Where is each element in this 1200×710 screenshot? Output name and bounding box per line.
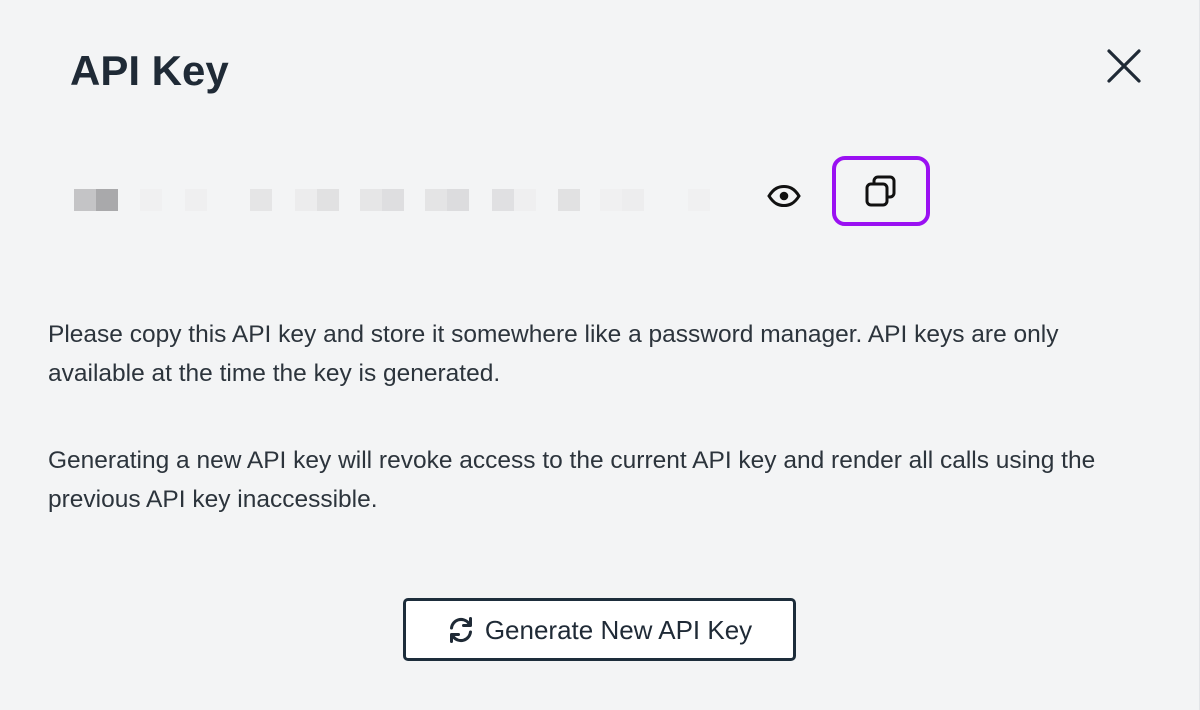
modal-title: API Key [70, 47, 229, 94]
generate-button-label: Generate New API Key [484, 614, 753, 645]
refresh-icon [447, 616, 475, 644]
close-button[interactable] [1098, 40, 1150, 92]
copy-instructions-text: Please copy this API key and store it so… [48, 321, 1059, 387]
reveal-key-button[interactable] [762, 174, 806, 218]
generate-new-api-key-button[interactable]: Generate New API Key [403, 598, 796, 661]
api-key-modal: API Key Please copy this API key and sto… [0, 0, 1200, 710]
copy-icon [864, 174, 898, 208]
revoke-warning-text: Generating a new API key will revoke acc… [48, 447, 1096, 513]
copy-key-button[interactable] [832, 156, 930, 226]
eye-icon [767, 185, 801, 207]
close-icon [1106, 48, 1142, 84]
api-key-value-masked [70, 186, 720, 214]
